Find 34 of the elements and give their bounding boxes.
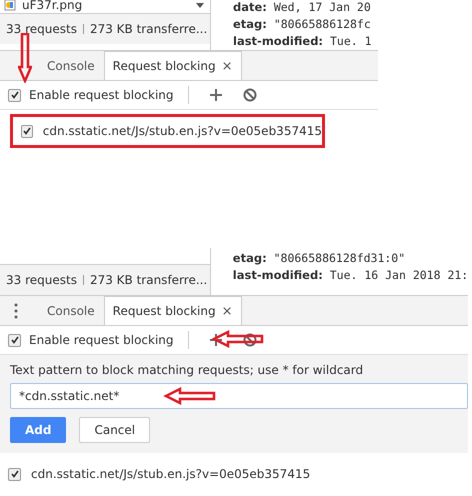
blocked-pattern: cdn.sstatic.net/Js/stub.en.js?v=0e05eb357415 [31,467,310,481]
response-header: last-modified: Tue. 16 Jan 2018 21: [232,267,468,284]
checkbox-label: Enable request blocking [29,333,174,347]
cancel-button[interactable]: Cancel [79,417,150,443]
close-tab-button[interactable]: × [222,58,233,74]
response-header: last-modified: Tue. 1 [233,33,372,50]
pattern-input[interactable]: *cdn.sstatic.net* [10,383,468,409]
transferred-size: 273 KB transferre... [90,22,208,36]
checkbox[interactable] [8,334,21,346]
panel-tab[interactable]: Request blocking × [104,51,242,80]
block-icon[interactable] [242,333,257,347]
checkbox-label: Enable request blocking [29,88,174,102]
file-name[interactable]: uF37r.png [22,0,82,12]
checkbox[interactable] [8,468,21,480]
add-icon[interactable] [208,333,223,347]
transferred-size: 273 KB transferre... [90,273,208,287]
blocked-pattern: cdn.sstatic.net/Js/stub.en.js?v=0e05eb357415 [42,124,322,138]
close-tab-button[interactable]: × [222,304,233,318]
response-header: etag: "80665886128fc [233,16,372,33]
request-count: 33 requests [6,273,77,287]
panel-tab[interactable]: Console [38,51,104,80]
response-header: date: Wed, 17 Jan 20 [233,0,372,16]
checkbox[interactable] [21,124,33,138]
response-header: etag: "80665886128fd31:0" [232,250,406,267]
panel-tab[interactable]: Console [38,296,104,325]
block-icon[interactable] [242,88,257,102]
dropdown-caret-icon[interactable] [196,2,204,8]
add-icon[interactable] [208,88,223,102]
pattern-hint: Text pattern to block matching requests; use * for wildcard [10,363,364,377]
add-button[interactable]: Add [10,417,66,443]
panel-tab[interactable]: Request blocking × [104,296,242,325]
more-menu-icon[interactable] [14,302,18,318]
request-count: 33 requests [6,22,77,36]
checkbox[interactable] [8,88,21,102]
